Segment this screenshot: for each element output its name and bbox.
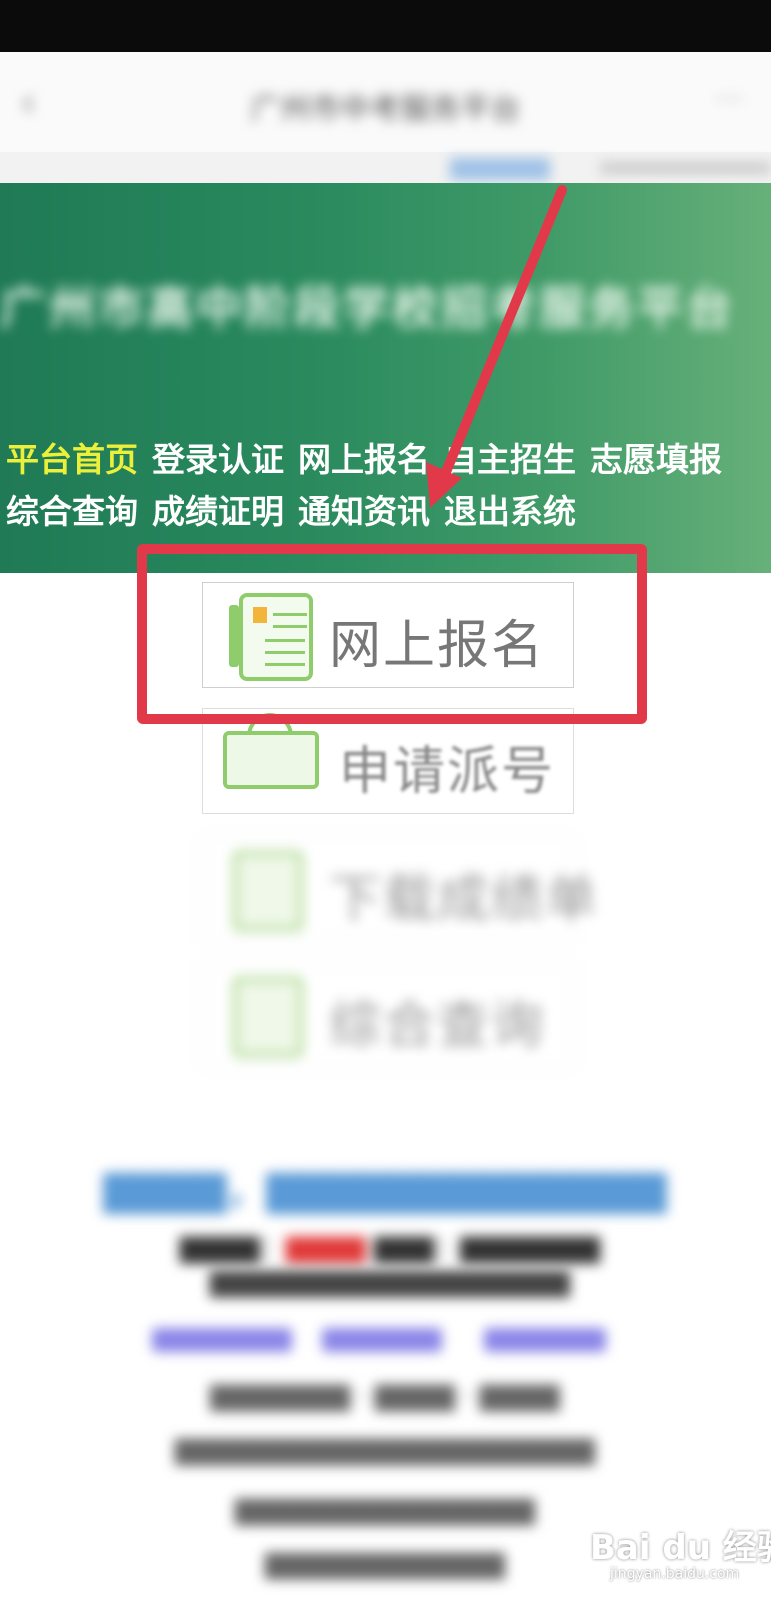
paragraph-line: ▇▇▇▇▇▇▇▇▇▇▇▇▇▇▇▇▇▇▇▇▇ <box>175 1436 595 1466</box>
annotation-arrow <box>426 185 567 508</box>
link-3[interactable] <box>484 1328 606 1352</box>
link-2[interactable] <box>322 1328 442 1352</box>
paragraph-line: ▇▇▇▇▇▇▇ · ▇▇▇▇ · ▇▇▇▇ <box>210 1382 560 1412</box>
contact-note: ▇▇▇▇▇▇▇▇▇▇▇▇▇▇▇▇▇▇ <box>210 1268 570 1298</box>
section-heading: ▇▇▇▇，▇▇▇▇▇▇▇▇▇▇▇▇▇ <box>103 1168 667 1214</box>
baidu-watermark-url: jingyan.baidu.com <box>610 1566 740 1582</box>
link-1[interactable] <box>152 1328 292 1352</box>
contact-info: ▇▇▇▇：▇▇▇▇ ▇▇▇：▇▇▇▇▇▇▇ <box>179 1234 601 1264</box>
baidu-watermark-logo: Bai du 经验 <box>590 1528 771 1568</box>
